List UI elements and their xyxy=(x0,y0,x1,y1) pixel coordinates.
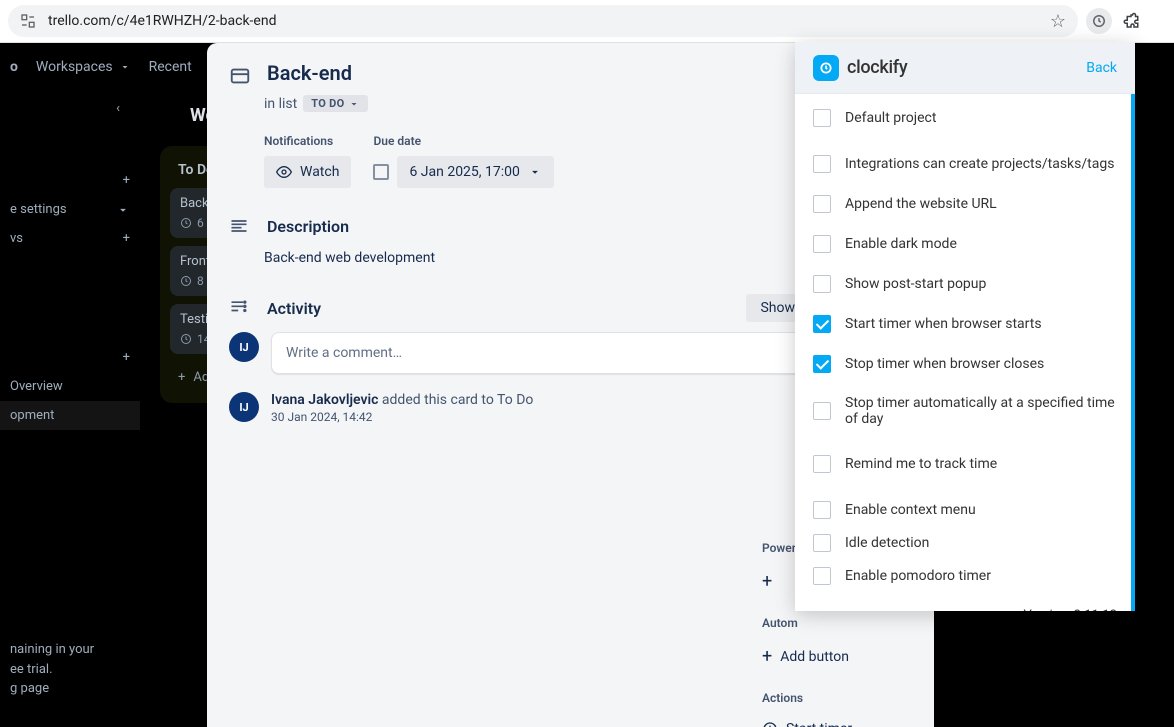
clockify-header: clockify Back xyxy=(795,42,1135,94)
list-badge[interactable]: TO DO xyxy=(303,95,368,112)
watch-button[interactable]: Watch xyxy=(264,156,351,188)
browser-bar: trello.com/c/4e1RWHZH/2-back-end ☆ xyxy=(0,0,1174,43)
due-date-label: Due date xyxy=(373,134,553,148)
activity-heading: Activity xyxy=(267,299,730,318)
setting-pomodoro[interactable]: Enable pomodoro timer xyxy=(795,556,1135,596)
bookmark-star-icon[interactable]: ☆ xyxy=(1050,11,1066,32)
setting-context-menu[interactable]: Enable context menu xyxy=(795,490,1135,530)
activity-icon xyxy=(229,298,251,318)
url-bar[interactable]: trello.com/c/4e1RWHZH/2-back-end ☆ xyxy=(8,5,1078,37)
due-date-checkbox[interactable] xyxy=(373,164,389,180)
checkbox-checked[interactable] xyxy=(813,315,831,333)
trial-notice: naining in your ee trial. g page xyxy=(0,630,140,709)
clockify-logo-icon xyxy=(813,55,839,81)
checkbox[interactable] xyxy=(813,235,831,253)
url-text[interactable]: trello.com/c/4e1RWHZH/2-back-end xyxy=(48,13,1040,29)
due-date-button[interactable]: 6 Jan 2025, 17:00 xyxy=(397,156,553,188)
workspaces-nav[interactable]: Workspaces xyxy=(36,59,131,75)
sidebar-item[interactable]: + xyxy=(0,166,140,195)
sidebar-collapse-icon[interactable]: ‹ xyxy=(0,101,140,116)
avatar[interactable]: IJ xyxy=(229,392,259,422)
setting-remind-track[interactable]: Remind me to track time xyxy=(795,444,1135,484)
checkbox[interactable] xyxy=(813,155,831,173)
setting-post-start-popup[interactable]: Show post-start popup xyxy=(795,264,1135,304)
automation-label: Autom xyxy=(762,616,912,630)
setting-idle-detection[interactable]: Idle detection xyxy=(795,530,1135,556)
clockify-logo: clockify xyxy=(813,55,907,81)
checkbox[interactable] xyxy=(813,534,831,552)
site-settings-icon[interactable] xyxy=(20,12,38,30)
checkbox-checked[interactable] xyxy=(813,355,831,373)
checkbox[interactable] xyxy=(813,501,831,519)
extensions-puzzle-icon[interactable] xyxy=(1120,10,1142,32)
sidebar-item[interactable]: + xyxy=(0,343,140,372)
setting-stop-timer-time[interactable]: Stop timer automatically at a specified … xyxy=(795,384,1135,438)
recent-nav[interactable]: Recent xyxy=(149,59,192,75)
description-text[interactable]: Back-end web development xyxy=(264,250,854,266)
clockify-extension-icon[interactable] xyxy=(1086,8,1112,34)
checkbox[interactable] xyxy=(813,195,831,213)
scrollbar-indicator[interactable] xyxy=(1131,94,1135,611)
description-heading: Description xyxy=(267,217,786,236)
checkbox[interactable] xyxy=(813,567,831,585)
sidebar-item-opment[interactable]: opment xyxy=(0,401,140,430)
setting-dark-mode[interactable]: Enable dark mode xyxy=(795,224,1135,264)
activity-item: Ivana Jakovljevic added this card to To … xyxy=(271,392,533,424)
trello-sidebar: ‹ + e settings vs+ + Overview opment nai… xyxy=(0,91,140,727)
clockify-settings-body: Default project Integrations can create … xyxy=(795,94,1135,611)
add-button-button[interactable]: +Add button xyxy=(762,640,912,673)
back-link[interactable]: Back xyxy=(1086,60,1117,76)
avatar[interactable]: IJ xyxy=(229,332,259,362)
description-icon xyxy=(229,216,251,236)
card-icon xyxy=(229,65,251,87)
activity-author[interactable]: Ivana Jakovljevic xyxy=(271,392,378,408)
comment-input[interactable]: Write a comment… xyxy=(271,332,854,374)
clockify-panel: clockify Back Default project Integratio… xyxy=(795,42,1135,611)
setting-start-timer-browser[interactable]: Start timer when browser starts xyxy=(795,304,1135,344)
checkbox[interactable] xyxy=(813,109,831,127)
actions-label: Actions xyxy=(762,691,912,705)
setting-append-url[interactable]: Append the website URL xyxy=(795,184,1135,224)
start-timer-button[interactable]: Start timer xyxy=(762,715,912,727)
setting-integrations[interactable]: Integrations can create projects/tasks/t… xyxy=(795,144,1135,184)
notifications-label: Notifications xyxy=(264,134,351,148)
card-title[interactable]: Back-end xyxy=(267,61,352,85)
setting-default-project[interactable]: Default project xyxy=(795,98,1135,138)
sidebar-item-settings[interactable]: e settings xyxy=(0,195,140,224)
trello-logo[interactable]: o xyxy=(10,59,18,75)
version-label: Version: 2.11.12 xyxy=(795,596,1135,611)
activity-time[interactable]: 30 Jan 2024, 14:42 xyxy=(271,410,533,424)
checkbox[interactable] xyxy=(813,402,831,420)
checkbox[interactable] xyxy=(813,275,831,293)
extension-icons xyxy=(1086,8,1142,34)
setting-stop-timer-browser[interactable]: Stop timer when browser closes xyxy=(795,344,1135,384)
sidebar-item-views[interactable]: vs+ xyxy=(0,224,140,253)
sidebar-item-overview[interactable]: Overview xyxy=(0,372,140,401)
checkbox[interactable] xyxy=(813,455,831,473)
